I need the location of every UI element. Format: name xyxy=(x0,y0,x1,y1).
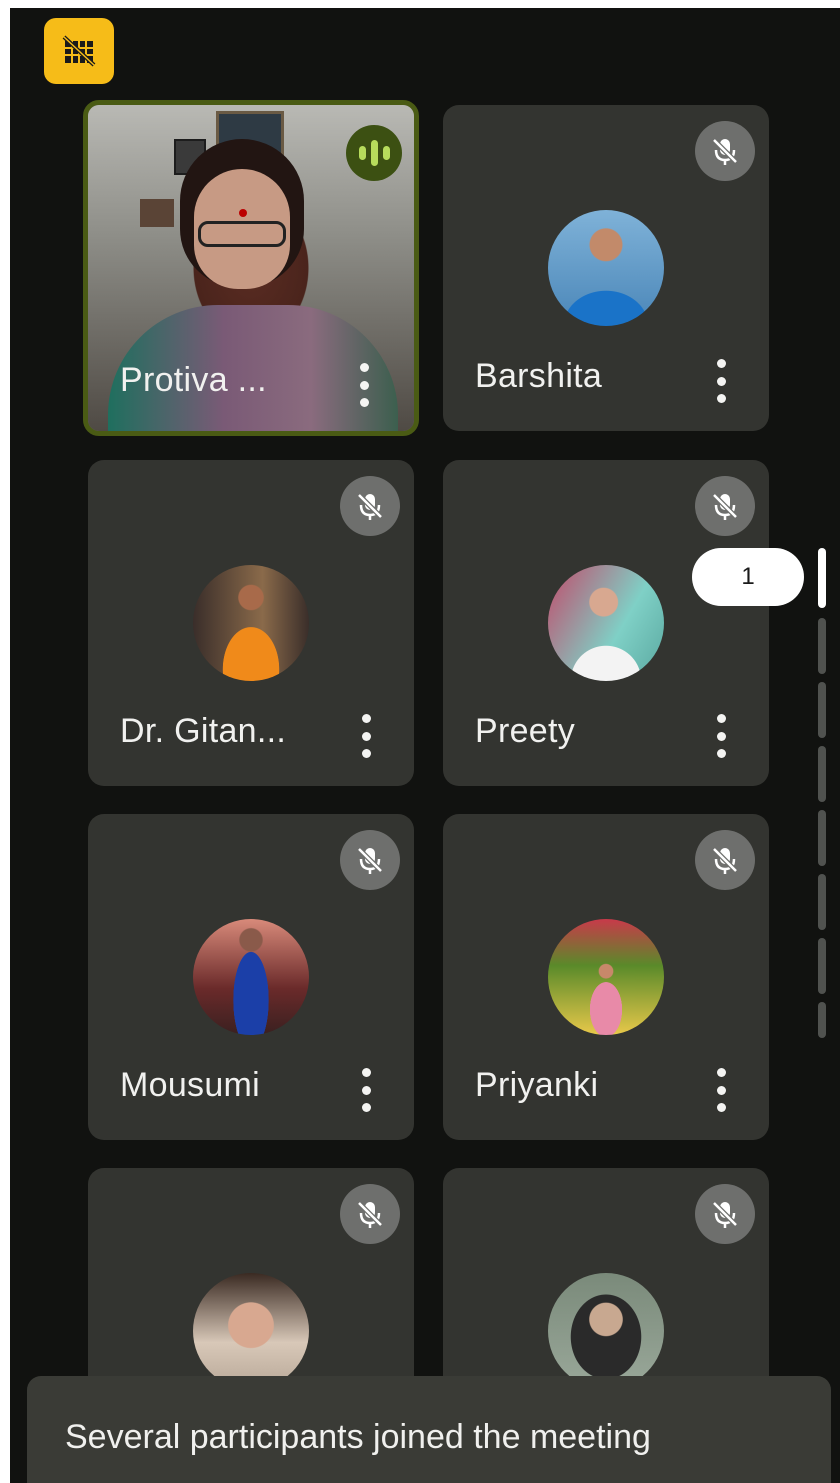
more-options-icon[interactable] xyxy=(356,714,376,758)
more-options-icon[interactable] xyxy=(711,359,731,403)
participant-name: Barshita xyxy=(475,357,603,395)
participant-tile[interactable]: Barshita xyxy=(443,105,769,431)
mic-off-icon xyxy=(695,830,755,890)
mic-off-icon xyxy=(695,121,755,181)
scrollbar-segment xyxy=(818,746,826,802)
participant-name: Protiva ... xyxy=(120,361,267,399)
avatar xyxy=(193,565,309,681)
participant-tile[interactable]: Preety xyxy=(443,460,769,786)
scrollbar-segment xyxy=(818,682,826,738)
participant-name: Mousumi xyxy=(120,1066,261,1104)
scrollbar-segment xyxy=(818,1002,826,1038)
participant-tile-speaking[interactable]: Protiva ... xyxy=(83,100,419,436)
avatar xyxy=(548,565,664,681)
mic-off-icon xyxy=(695,476,755,536)
meeting-grid-screen: Protiva ... Barshita Dr. Gitan... Preety xyxy=(10,8,840,1483)
page-scrollbar[interactable] xyxy=(818,548,826,1038)
mic-off-icon xyxy=(340,1184,400,1244)
participant-name: Priyanki xyxy=(475,1066,599,1104)
more-options-icon[interactable] xyxy=(711,1068,731,1112)
participant-name: Preety xyxy=(475,712,576,750)
scrollbar-segment xyxy=(818,618,826,674)
avatar xyxy=(193,919,309,1035)
more-options-icon[interactable] xyxy=(711,714,731,758)
speaking-indicator-icon xyxy=(346,125,402,181)
avatar xyxy=(548,210,664,326)
mic-off-icon xyxy=(340,476,400,536)
avatar xyxy=(193,1273,309,1389)
camera-off-badge[interactable] xyxy=(44,18,114,84)
mic-off-icon xyxy=(695,1184,755,1244)
participant-tile[interactable]: Dr. Gitan... xyxy=(88,460,414,786)
mic-off-icon xyxy=(340,830,400,890)
notification-toast: Several participants joined the meeting xyxy=(27,1376,831,1483)
participant-name: Dr. Gitan... xyxy=(120,712,287,750)
page-indicator: 1 xyxy=(692,548,804,606)
avatar xyxy=(548,919,664,1035)
participant-tile[interactable]: Priyanki xyxy=(443,814,769,1140)
scrollbar-segment xyxy=(818,938,826,994)
more-options-icon[interactable] xyxy=(354,363,374,407)
avatar xyxy=(548,1273,664,1389)
scrollbar-segment xyxy=(818,810,826,866)
camera-off-grid-icon xyxy=(62,35,96,67)
more-options-icon[interactable] xyxy=(356,1068,376,1112)
participant-tile[interactable]: Mousumi xyxy=(88,814,414,1140)
scrollbar-segment xyxy=(818,874,826,930)
scrollbar-segment-active xyxy=(818,548,826,608)
